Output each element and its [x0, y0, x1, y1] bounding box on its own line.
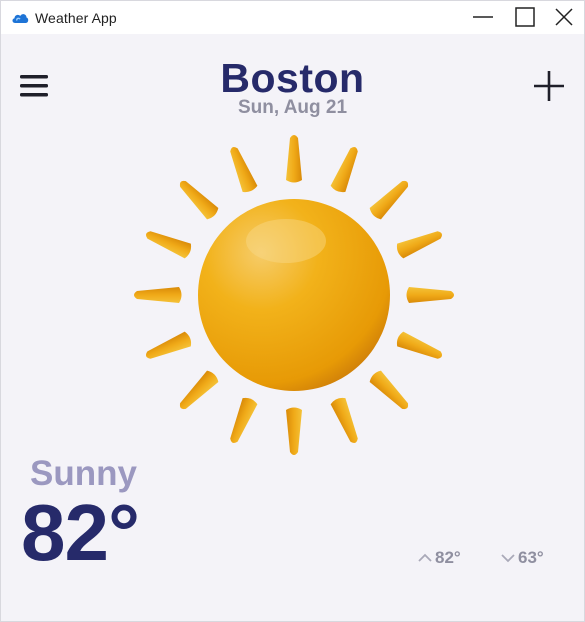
current-date: Sun, Aug 21	[237, 97, 348, 118]
chevron-up-icon	[418, 553, 432, 562]
cloud-app-icon	[11, 10, 29, 26]
weather-app-window: Weather App Boston Sun, Aug 21 Sunny 82°…	[0, 0, 585, 622]
current-temperature: 82°	[21, 488, 140, 577]
chevron-down-icon	[501, 554, 515, 563]
close-icon	[555, 8, 573, 26]
maximize-button[interactable]	[503, 1, 547, 34]
sun-icon	[134, 135, 454, 455]
title-bar[interactable]: Weather App	[1, 1, 584, 34]
minimize-button[interactable]	[461, 1, 505, 34]
close-button[interactable]	[542, 1, 585, 34]
minimize-icon	[473, 16, 493, 18]
low-temperature: 63°	[500, 548, 544, 568]
high-temperature-value: 82°	[435, 548, 461, 567]
high-temperature: 82°	[417, 548, 461, 568]
window-title: Weather App	[35, 10, 117, 26]
city-name: Boston	[220, 55, 365, 101]
weather-content: Boston Sun, Aug 21 Sunny 82° 82° 63°	[1, 34, 584, 621]
low-temperature-value: 63°	[518, 548, 544, 567]
maximize-icon	[515, 7, 535, 27]
